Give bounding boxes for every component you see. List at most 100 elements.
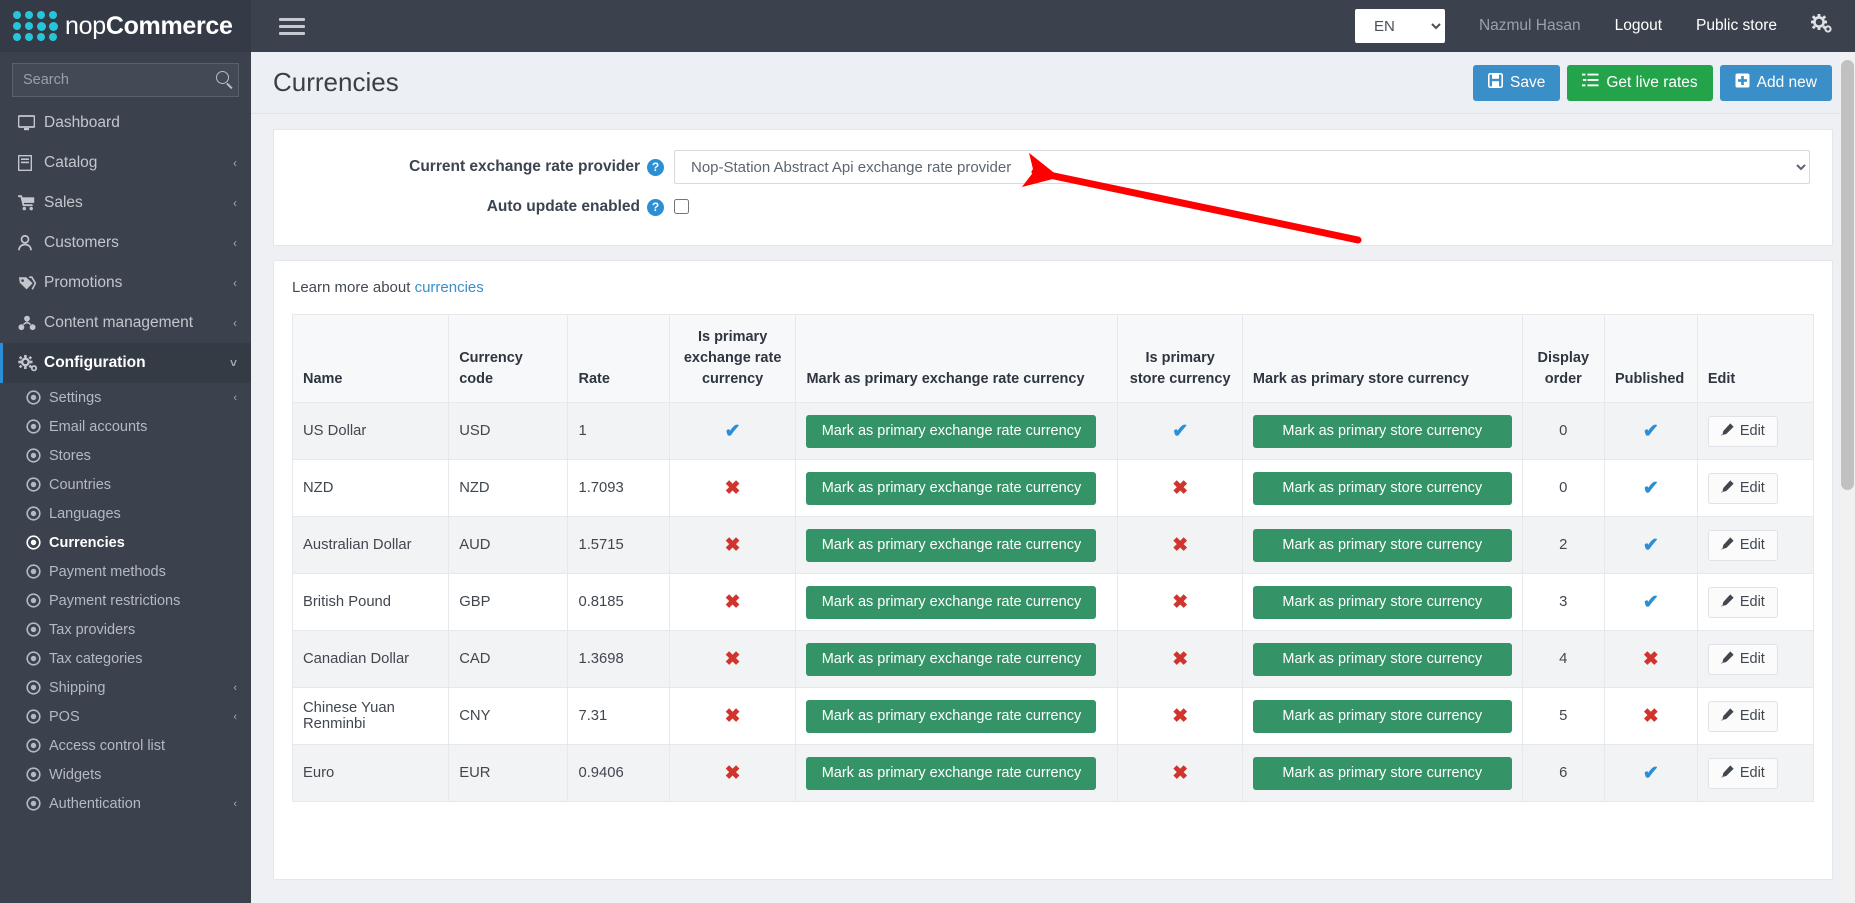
sidebar-item-label: Catalog	[44, 154, 98, 171]
get-live-rates-button[interactable]: Get live rates	[1567, 64, 1713, 101]
currencies-doc-link[interactable]: currencies	[415, 279, 484, 296]
mark-primary-exchange-rate-button[interactable]: Mark as primary exchange rate currency	[806, 414, 1097, 448]
mark-primary-store-button[interactable]: Mark as primary store currency	[1252, 699, 1512, 733]
cell-currency-code: USD	[448, 402, 569, 461]
edit-button[interactable]: Edit	[1707, 643, 1778, 675]
sidebar-item-label: Currencies	[49, 534, 125, 551]
page-scrollbar-thumb[interactable]	[1841, 60, 1854, 490]
mark-primary-store-button[interactable]: Mark as primary store currency	[1252, 528, 1512, 562]
mark-primary-exchange-rate-button[interactable]: Mark as primary exchange rate currency	[806, 756, 1097, 790]
auto-update-checkbox[interactable]	[674, 199, 689, 215]
table-row: US Dollar USD 1 ✔ Mark as primary exchange r…	[291, 402, 1815, 461]
cell-rate: 1	[567, 402, 670, 461]
search-icon[interactable]	[216, 71, 229, 84]
sidebar-item-dashboard[interactable]: Dashboard	[0, 103, 251, 143]
cell-mark-primary-exchange-rate: Mark as primary exchange rate currency	[795, 573, 1119, 632]
sidebar-item-label: Tax providers	[49, 621, 136, 638]
cell-mark-primary-exchange-rate: Mark as primary exchange rate currency	[795, 744, 1119, 803]
sidebar-nav-main: Dashboard Catalog ‹ Sales ‹ Customers ‹ Promoti…	[0, 103, 251, 383]
edit-button[interactable]: Edit	[1707, 586, 1778, 618]
add-new-button[interactable]: Add new	[1719, 64, 1832, 101]
times-icon: ✖	[1172, 648, 1189, 670]
edit-button[interactable]: Edit	[1707, 529, 1778, 561]
edit-button[interactable]: Edit	[1707, 415, 1778, 447]
cell-rate: 0.8185	[567, 573, 670, 632]
plus-square-icon	[1735, 73, 1750, 93]
mark-primary-store-button[interactable]: Mark as primary store currency	[1252, 756, 1512, 790]
hamburger-icon[interactable]	[279, 17, 305, 35]
cell-mark-primary-store: Mark as primary store currency	[1241, 459, 1523, 518]
sidebar-item-customers[interactable]: Customers ‹	[0, 223, 251, 263]
logout-link[interactable]: Logout	[1615, 17, 1662, 35]
edit-label: Edit	[1739, 708, 1765, 725]
edit-label: Edit	[1739, 537, 1765, 554]
edit-label: Edit	[1739, 651, 1765, 668]
learn-more-label: Learn more about	[292, 279, 415, 296]
sidebar-item-languages[interactable]: Languages	[0, 499, 251, 528]
sidebar-item-settings[interactable]: Settings ‹	[0, 383, 251, 412]
mark-primary-exchange-rate-button[interactable]: Mark as primary exchange rate currency	[806, 642, 1097, 676]
sidebar-item-countries[interactable]: Countries	[0, 470, 251, 499]
sidebar-item-widgets[interactable]: Widgets	[0, 760, 251, 789]
chevron-icon: ˅	[229, 356, 237, 370]
sidebar-item-label: Widgets	[49, 766, 102, 783]
language-select[interactable]: EN	[1354, 9, 1445, 43]
cell-is-primary-exchange-rate: ✖	[668, 630, 797, 689]
sidebar-item-payment-restrictions[interactable]: Payment restrictions	[0, 586, 251, 615]
sidebar-item-payment-methods[interactable]: Payment methods	[0, 557, 251, 586]
sidebar-item-label: Countries	[49, 476, 112, 493]
public-store-link[interactable]: Public store	[1696, 17, 1777, 35]
mark-primary-exchange-rate-button[interactable]: Mark as primary exchange rate currency	[806, 471, 1097, 505]
sidebar-item-content-management[interactable]: Content management ‹	[0, 303, 251, 343]
edit-label: Edit	[1739, 765, 1765, 782]
save-button[interactable]: Save	[1473, 64, 1561, 101]
sidebar-item-pos[interactable]: POS ‹	[0, 702, 251, 731]
mark-primary-store-button[interactable]: Mark as primary store currency	[1252, 642, 1512, 676]
sidebar-item-stores[interactable]: Stores	[0, 441, 251, 470]
cell-currency-code: AUD	[448, 516, 569, 575]
cell-rate: 7.31	[567, 687, 670, 746]
cell-is-primary-store: ✖	[1117, 630, 1243, 689]
mark-primary-store-button[interactable]: Mark as primary store currency	[1252, 471, 1512, 505]
mark-primary-store-button[interactable]: Mark as primary store currency	[1252, 414, 1512, 448]
sidebar-item-configuration[interactable]: Configuration ˅	[0, 343, 251, 383]
edit-label: Edit	[1739, 480, 1765, 497]
sidebar-item-sales[interactable]: Sales ‹	[0, 183, 251, 223]
sidebar-item-catalog[interactable]: Catalog ‹	[0, 143, 251, 183]
question-circle-icon[interactable]: ?	[647, 158, 664, 176]
mark-primary-exchange-rate-button[interactable]: Mark as primary exchange rate currency	[806, 528, 1097, 562]
cell-rate: 1.3698	[567, 630, 670, 689]
sidebar-item-label: Payment restrictions	[49, 592, 181, 609]
mark-primary-exchange-rate-button[interactable]: Mark as primary exchange rate currency	[806, 585, 1097, 619]
sidebar-item-currencies[interactable]: Currencies	[0, 528, 251, 557]
target-dot-icon	[26, 448, 49, 463]
sidebar-item-promotions[interactable]: Promotions ‹	[0, 263, 251, 303]
sidebar-item-authentication[interactable]: Authentication ‹	[0, 789, 251, 818]
sidebar-item-tax-categories[interactable]: Tax categories	[0, 644, 251, 673]
sidebar-item-tax-providers[interactable]: Tax providers	[0, 615, 251, 644]
search-box[interactable]	[12, 63, 239, 97]
search-input[interactable]	[13, 64, 238, 96]
chevron-icon: ‹	[233, 316, 237, 330]
edit-button[interactable]: Edit	[1707, 700, 1778, 732]
target-dot-icon	[26, 535, 49, 550]
times-icon: ✖	[1172, 477, 1189, 499]
mark-primary-exchange-rate-button[interactable]: Mark as primary exchange rate currency	[806, 699, 1097, 733]
sidebar-item-shipping[interactable]: Shipping ‹	[0, 673, 251, 702]
mark-primary-store-button[interactable]: Mark as primary store currency	[1252, 585, 1512, 619]
pencil-icon	[1721, 764, 1734, 782]
sidebar-item-label: Settings	[49, 389, 102, 406]
sidebar-item-email-accounts[interactable]: Email accounts	[0, 412, 251, 441]
gear-icon[interactable]	[1811, 13, 1833, 39]
pencil-icon	[1721, 650, 1734, 668]
cell-edit: Edit	[1696, 459, 1815, 518]
exchange-rate-provider-select[interactable]: Nop-Station Abstract Api exchange rate p…	[674, 150, 1810, 184]
brand-logo[interactable]: nopCommerce	[0, 0, 251, 52]
button-label: Save	[1510, 73, 1546, 91]
target-dot-icon	[26, 593, 49, 608]
question-circle-icon[interactable]: ?	[647, 198, 664, 216]
cell-rate: 1.7093	[567, 459, 670, 518]
edit-button[interactable]: Edit	[1707, 472, 1778, 504]
sidebar-item-access-control-list[interactable]: Access control list	[0, 731, 251, 760]
edit-button[interactable]: Edit	[1707, 757, 1778, 789]
